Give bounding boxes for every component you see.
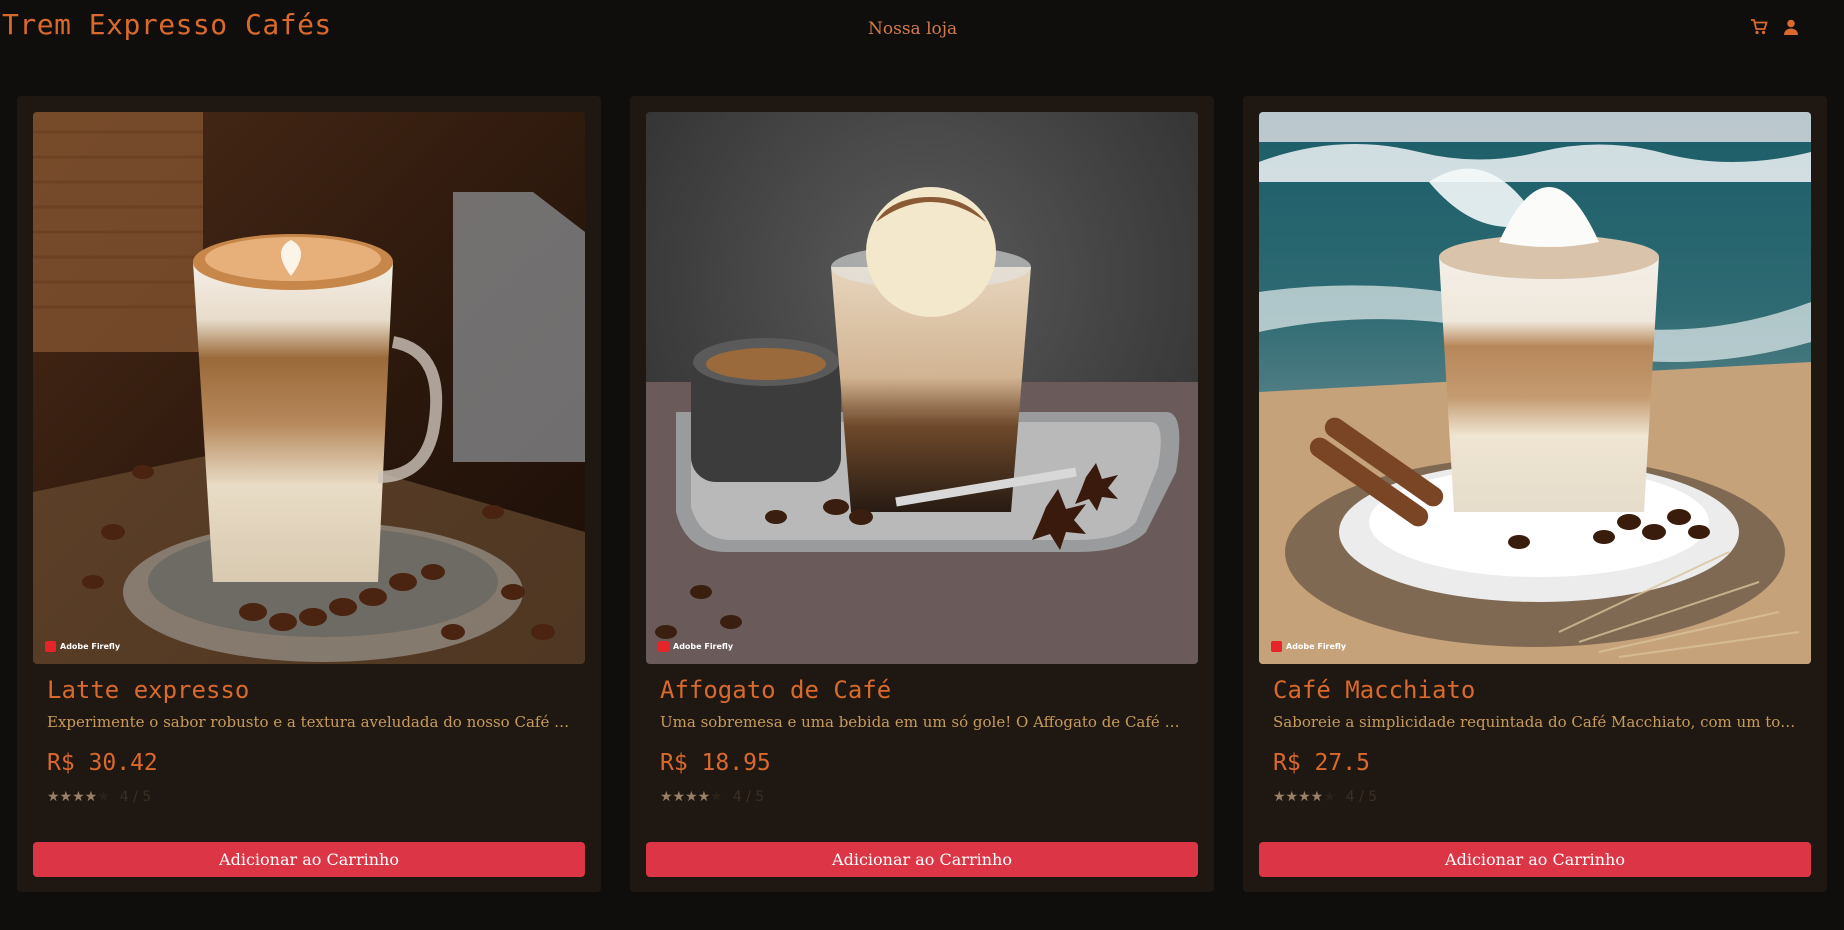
image-badge: Adobe Firefly	[45, 641, 120, 652]
product-price: R$ 30.42	[47, 750, 158, 776]
star-rating-icon: ★★★★★	[1273, 789, 1336, 805]
product-price: R$ 18.95	[660, 750, 771, 776]
product-card: Adobe Firefly Latte expresso Experimente…	[17, 96, 601, 892]
image-badge: Adobe Firefly	[1271, 641, 1346, 652]
product-image-latte[interactable]: Adobe Firefly	[33, 112, 585, 664]
star-rating-icon: ★★★★★	[47, 789, 110, 805]
product-image-affogato[interactable]: Adobe Firefly	[646, 112, 1198, 664]
product-card: Adobe Firefly Affogato de Café Uma sobre…	[630, 96, 1214, 892]
product-price: R$ 27.5	[1273, 750, 1370, 776]
image-badge: Adobe Firefly	[658, 641, 733, 652]
image-badge-label: Adobe Firefly	[60, 642, 121, 651]
product-rating: ★★★★★ 4 / 5	[1273, 789, 1377, 805]
user-icon[interactable]	[1782, 18, 1800, 36]
image-badge-label: Adobe Firefly	[673, 642, 734, 651]
top-navbar: Trem Expresso Cafés Nossa loja	[0, 0, 1844, 58]
product-rating: ★★★★★ 4 / 5	[660, 789, 764, 805]
product-title[interactable]: Affogato de Café	[660, 676, 891, 704]
adobe-logo-icon	[1271, 641, 1282, 652]
product-description: Uma sobremesa e uma bebida em um só gole…	[660, 713, 1186, 731]
product-title[interactable]: Latte expresso	[47, 676, 249, 704]
add-to-cart-button[interactable]: Adicionar ao Carrinho	[33, 842, 585, 877]
adobe-logo-icon	[45, 641, 56, 652]
product-description: Experimente o sabor robusto e a textura …	[47, 713, 573, 731]
cart-icon[interactable]	[1750, 18, 1768, 36]
rating-text: 4 / 5	[732, 789, 765, 805]
product-card: Adobe Firefly Café Macchiato Saboreie a …	[1243, 96, 1827, 892]
rating-text: 4 / 5	[1345, 789, 1378, 805]
star-rating-icon: ★★★★★	[660, 789, 723, 805]
product-rating: ★★★★★ 4 / 5	[47, 789, 151, 805]
product-grid: Adobe Firefly Latte expresso Experimente…	[17, 96, 1827, 892]
add-to-cart-button[interactable]: Adicionar ao Carrinho	[646, 842, 1198, 877]
product-description: Saboreie a simplicidade requintada do Ca…	[1273, 713, 1799, 731]
product-image-macchiato[interactable]: Adobe Firefly	[1259, 112, 1811, 664]
brand-logo[interactable]: Trem Expresso Cafés	[2, 8, 332, 41]
rating-text: 4 / 5	[119, 789, 152, 805]
image-badge-label: Adobe Firefly	[1286, 642, 1347, 651]
add-to-cart-button[interactable]: Adicionar ao Carrinho	[1259, 842, 1811, 877]
adobe-logo-icon	[658, 641, 669, 652]
nav-link-nossa-loja[interactable]: Nossa loja	[868, 19, 957, 39]
product-title[interactable]: Café Macchiato	[1273, 676, 1475, 704]
